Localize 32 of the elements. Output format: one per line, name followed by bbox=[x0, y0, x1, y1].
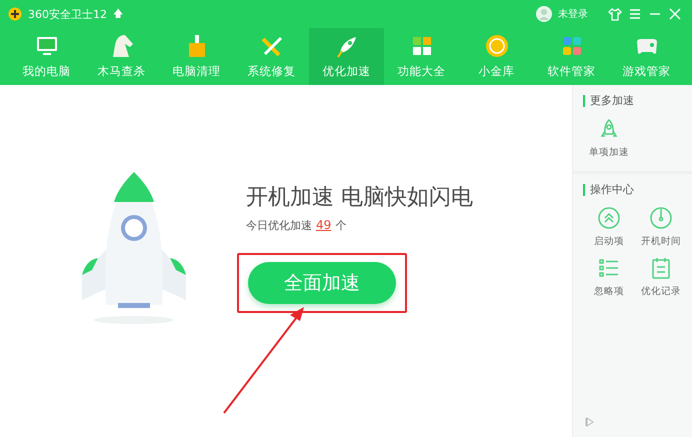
upgrade-arrow[interactable]: 🡅 bbox=[113, 6, 123, 22]
sidebar-item[interactable]: 优化记录 bbox=[635, 256, 687, 298]
gauge-icon bbox=[649, 206, 673, 230]
login-link[interactable]: 未登录 bbox=[558, 7, 588, 21]
double-chevron-icon bbox=[597, 206, 621, 230]
close-icon[interactable] bbox=[668, 7, 682, 21]
speed-up-button[interactable]: 全面加速 bbox=[248, 262, 396, 304]
sidebar-item[interactable]: 忽略项 bbox=[583, 256, 635, 298]
shirt-icon[interactable] bbox=[608, 7, 622, 21]
window-title: 360安全卫士12 bbox=[28, 6, 107, 22]
headline: 开机加速 电脑快如闪电 bbox=[246, 184, 473, 212]
nav-tab[interactable]: 小金库 bbox=[459, 28, 534, 85]
nav-tab[interactable]: 功能大全 bbox=[384, 28, 459, 85]
menu-icon[interactable] bbox=[628, 7, 642, 21]
sidebar-item[interactable]: 启动项 bbox=[583, 206, 635, 248]
avatar-icon[interactable] bbox=[536, 6, 552, 22]
nav-tab[interactable]: 我的电脑 bbox=[9, 28, 84, 85]
nav-tab[interactable]: 木马查杀 bbox=[84, 28, 159, 85]
nav-tab[interactable]: 电脑清理 bbox=[159, 28, 234, 85]
sidebar-item[interactable]: 开机时间 bbox=[635, 206, 687, 248]
counter-label: 今日优化加速 bbox=[246, 218, 312, 233]
sidebar-item[interactable]: 单项加速 bbox=[583, 117, 635, 159]
counter-unit: 个 bbox=[335, 218, 346, 233]
section-title: 更多加速 bbox=[583, 95, 692, 107]
play-icon[interactable] bbox=[585, 417, 595, 427]
nav-tab[interactable]: 游戏管家 bbox=[609, 28, 684, 85]
nav-tab[interactable]: 系统修复 bbox=[234, 28, 309, 85]
coin-icon bbox=[484, 33, 510, 59]
nav-tab[interactable]: 软件管家 bbox=[534, 28, 609, 85]
nav-tab[interactable]: 优化加速 bbox=[309, 28, 384, 85]
section-title: 操作中心 bbox=[583, 184, 692, 196]
count-link[interactable]: 49 bbox=[316, 218, 332, 232]
